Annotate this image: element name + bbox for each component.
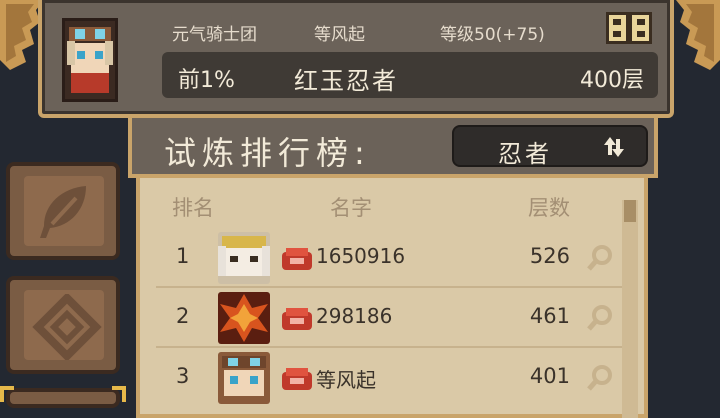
column-floors: 层数: [528, 196, 570, 220]
class-name: 红玉忍者: [294, 67, 398, 95]
column-rank: 排名: [172, 196, 214, 220]
table-header: 排名 名字 层数: [140, 192, 644, 222]
player-info-panel: 元气骑士团 等风起 等级50(+75) 前1% 红玉忍者 400层: [38, 0, 674, 118]
crown-badge-icon: [282, 368, 312, 390]
scrollbar[interactable]: [622, 200, 638, 418]
row-divider: [156, 286, 622, 288]
ninja-avatar-icon: [67, 27, 113, 93]
page-title: 试炼排行榜:: [164, 134, 371, 172]
player-avatar-icon: [218, 352, 270, 404]
row-rank: 1: [176, 244, 190, 268]
row-floors: 526: [529, 244, 570, 268]
right-wing-decoration: [676, 0, 720, 70]
diamond-icon: [32, 294, 102, 360]
selected-tab-corner: [112, 386, 126, 402]
tab-diamond[interactable]: [6, 276, 120, 374]
column-name: 名字: [330, 196, 372, 220]
leaderboard-title-bar: 试炼排行榜: 忍者: [128, 114, 658, 178]
player-avatar[interactable]: [62, 18, 118, 102]
row-player-name: 1650916: [316, 244, 406, 268]
player-level: 等级50(+75): [440, 25, 545, 45]
player-avatar-icon: [218, 292, 270, 344]
search-icon[interactable]: [586, 304, 614, 332]
table-row[interactable]: 1 1650916 526: [156, 230, 622, 286]
table-row[interactable]: 3 等风起 401: [156, 350, 622, 406]
crown-badge-icon: [282, 308, 312, 330]
row-player-name: 等风起: [316, 368, 376, 392]
crown-badge-icon: [282, 248, 312, 270]
leaf-icon: [40, 186, 86, 238]
leaderboard-table: 排名 名字 层数 1 1650916 526 2 298186 461 3 等风…: [136, 178, 648, 418]
row-floors: 461: [529, 304, 570, 328]
row-player-name: 298186: [316, 304, 393, 328]
guild-name: 元气骑士团: [172, 25, 257, 45]
scroll-thumb[interactable]: [624, 200, 636, 222]
tab-leaf[interactable]: [6, 162, 120, 260]
tab-third[interactable]: [6, 388, 120, 408]
player-rank-summary: 前1% 红玉忍者 400层: [162, 52, 658, 98]
refresh-icon: [604, 137, 624, 157]
player-name: 等风起: [314, 25, 365, 45]
search-icon[interactable]: [586, 244, 614, 272]
class-filter-label: 忍者: [498, 140, 552, 168]
player-avatar-icon: [218, 232, 270, 284]
search-icon[interactable]: [586, 364, 614, 392]
row-rank: 2: [176, 304, 190, 328]
table-row[interactable]: 2 298186 461: [156, 290, 622, 346]
row-divider: [156, 346, 622, 348]
player-floors: 400层: [580, 68, 644, 93]
selected-tab-corner: [0, 386, 14, 402]
row-rank: 3: [176, 364, 190, 388]
gift-icon[interactable]: [606, 12, 652, 44]
class-filter-button[interactable]: 忍者: [452, 125, 648, 168]
row-floors: 401: [529, 364, 570, 388]
rank-percent: 前1%: [178, 68, 235, 93]
